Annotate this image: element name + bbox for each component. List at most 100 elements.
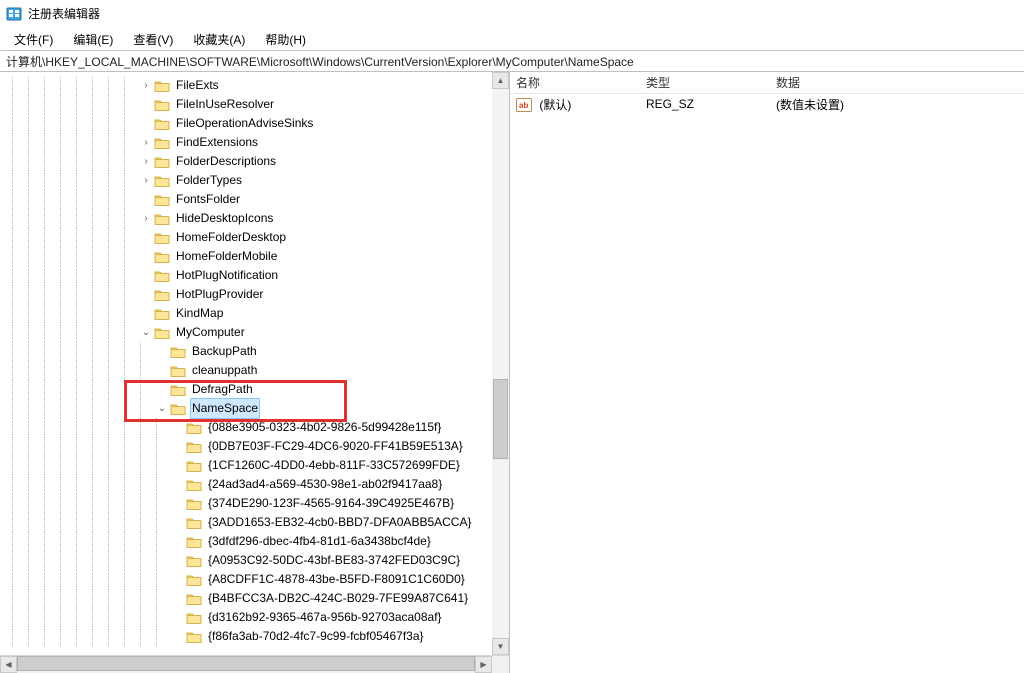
tree-node[interactable]: › FolderTypes (12, 171, 509, 190)
folder-icon (186, 630, 202, 644)
menu-help[interactable]: 帮助(H) (255, 29, 316, 50)
tree-node[interactable]: {d3162b92-9365-467a-956b-92703aca08af} (12, 608, 509, 627)
tree-node[interactable]: HomeFolderDesktop (12, 228, 509, 247)
chevron-right-icon[interactable]: › (140, 213, 152, 225)
registry-tree[interactable]: ›FileExtsFileInUseResolverFileOperationA… (0, 72, 509, 646)
tree-node-label: {374DE290-123F-4565-9164-39C4925E467B} (206, 494, 456, 513)
tree-node[interactable]: ›FolderDescriptions (12, 152, 509, 171)
h-scroll-track[interactable] (17, 656, 475, 673)
tree-expander-none (172, 422, 184, 434)
tree-node[interactable]: {24ad3ad4-a569-4530-98e1-ab02f9417aa8} (12, 475, 509, 494)
tree-node[interactable]: ›HideDesktopIcons (12, 209, 509, 228)
scroll-track[interactable] (492, 89, 509, 638)
scroll-down-button[interactable]: ▼ (492, 638, 509, 655)
folder-icon (186, 611, 202, 625)
folder-icon (154, 174, 170, 188)
scrollbar-corner (492, 655, 509, 673)
tree-node-label: FontsFolder (174, 190, 242, 209)
tree-expander-none (172, 555, 184, 567)
folder-icon (186, 478, 202, 492)
tree-node[interactable]: ›FindExtensions (12, 133, 509, 152)
svg-text:ab: ab (519, 101, 528, 110)
menu-file[interactable]: 文件(F) (4, 29, 63, 50)
tree-node[interactable]: {f86fa3ab-70d2-4fc7-9c99-fcbf05467f3a} (12, 627, 509, 646)
tree-expander-none (172, 612, 184, 624)
tree-horizontal-scrollbar[interactable]: ◀ ▶ (0, 655, 492, 673)
tree-node[interactable]: FileOperationAdviseSinks (12, 114, 509, 133)
tree-node[interactable]: {088e3905-0323-4b02-9826-5d99428e115f} (12, 418, 509, 437)
header-type[interactable]: 类型 (640, 74, 770, 91)
folder-icon (154, 250, 170, 264)
tree-node[interactable]: {A0953C92-50DC-43bf-BE83-3742FED03C9C} (12, 551, 509, 570)
folder-icon (170, 345, 186, 359)
folder-icon (154, 231, 170, 245)
tree-node-label: HomeFolderMobile (174, 247, 279, 266)
tree-node[interactable]: {A8CDFF1C-4878-43be-B5FD-F8091C1C60D0} (12, 570, 509, 589)
tree-node[interactable]: HotPlugProvider (12, 285, 509, 304)
tree-node[interactable]: DefragPath (12, 380, 509, 399)
scroll-right-button[interactable]: ▶ (475, 656, 492, 673)
chevron-right-icon[interactable]: › (140, 175, 152, 187)
tree-node-label: HomeFolderDesktop (174, 228, 288, 247)
scroll-up-button[interactable]: ▲ (492, 72, 509, 89)
tree-expander-none (172, 498, 184, 510)
value-name-cell: ab (默认) (510, 96, 640, 113)
tree-node-label: {A8CDFF1C-4878-43be-B5FD-F8091C1C60D0} (206, 570, 467, 589)
tree-node[interactable]: ⌄ MyComputer (12, 323, 509, 342)
folder-icon (154, 136, 170, 150)
tree-vertical-scrollbar[interactable]: ▲ ▼ (492, 72, 509, 655)
tree-node-label: BackupPath (190, 342, 259, 361)
header-data[interactable]: 数据 (770, 74, 1024, 91)
scroll-left-button[interactable]: ◀ (0, 656, 17, 673)
tree-node[interactable]: FontsFolder (12, 190, 509, 209)
list-row[interactable]: ab (默认) REG_SZ (数值未设置) (510, 94, 1024, 114)
tree-node[interactable]: {1CF1260C-4DD0-4ebb-811F-33C572699FDE} (12, 456, 509, 475)
menu-favorites[interactable]: 收藏夹(A) (183, 29, 255, 50)
tree-node[interactable]: ⌄ NameSpace (12, 399, 509, 418)
tree-node[interactable]: ›FileExts (12, 76, 509, 95)
tree-node[interactable]: HomeFolderMobile (12, 247, 509, 266)
tree-node-label: FileOperationAdviseSinks (174, 114, 315, 133)
tree-node[interactable]: cleanuppath (12, 361, 509, 380)
scroll-thumb[interactable] (493, 379, 508, 459)
tree-node-label: {24ad3ad4-a569-4530-98e1-ab02f9417aa8} (206, 475, 444, 494)
chevron-right-icon[interactable]: › (140, 137, 152, 149)
tree-node[interactable]: {374DE290-123F-4565-9164-39C4925E467B} (12, 494, 509, 513)
tree-expander-none (140, 270, 152, 282)
chevron-down-icon[interactable]: ⌄ (156, 403, 168, 415)
menu-view[interactable]: 查看(V) (123, 29, 183, 50)
tree-node-label: MyComputer (174, 323, 247, 342)
folder-icon (154, 307, 170, 321)
chevron-down-icon[interactable]: ⌄ (140, 327, 152, 339)
tree-pane: ›FileExtsFileInUseResolverFileOperationA… (0, 72, 510, 673)
tree-node[interactable]: FileInUseResolver (12, 95, 509, 114)
tree-node-label: {0DB7E03F-FC29-4DC6-9020-FF41B59E513A} (206, 437, 465, 456)
h-scroll-thumb[interactable] (17, 656, 475, 671)
tree-node[interactable]: {0DB7E03F-FC29-4DC6-9020-FF41B59E513A} (12, 437, 509, 456)
folder-icon (186, 573, 202, 587)
folder-icon (186, 497, 202, 511)
folder-icon (186, 440, 202, 454)
tree-expander-none (172, 574, 184, 586)
tree-expander-none (140, 99, 152, 111)
values-pane: 名称 类型 数据 ab (默认) REG_SZ (数值未设置) (510, 72, 1024, 673)
menu-edit[interactable]: 编辑(E) (63, 29, 123, 50)
chevron-right-icon[interactable]: › (140, 80, 152, 92)
tree-node[interactable]: BackupPath (12, 342, 509, 361)
tree-node[interactable]: {3dfdf296-dbec-4fb4-81d1-6a3438bcf4de} (12, 532, 509, 551)
tree-expander-none (172, 441, 184, 453)
address-bar[interactable]: 计算机\HKEY_LOCAL_MACHINE\SOFTWARE\Microsof… (0, 50, 1024, 72)
folder-icon (186, 459, 202, 473)
folder-icon (186, 535, 202, 549)
folder-icon (154, 288, 170, 302)
tree-node-label: FolderTypes (174, 171, 244, 190)
tree-node[interactable]: HotPlugNotification (12, 266, 509, 285)
tree-node[interactable]: KindMap (12, 304, 509, 323)
tree-node[interactable]: {3ADD1653-EB32-4cb0-BBD7-DFA0ABB5ACCA} (12, 513, 509, 532)
tree-node[interactable]: {B4BFCC3A-DB2C-424C-B029-7FE99A87C641} (12, 589, 509, 608)
tree-node-label: NameSpace (190, 398, 260, 419)
chevron-right-icon[interactable]: › (140, 156, 152, 168)
tree-node-label: HotPlugProvider (174, 285, 265, 304)
header-name[interactable]: 名称 (510, 74, 640, 91)
tree-expander-none (140, 289, 152, 301)
